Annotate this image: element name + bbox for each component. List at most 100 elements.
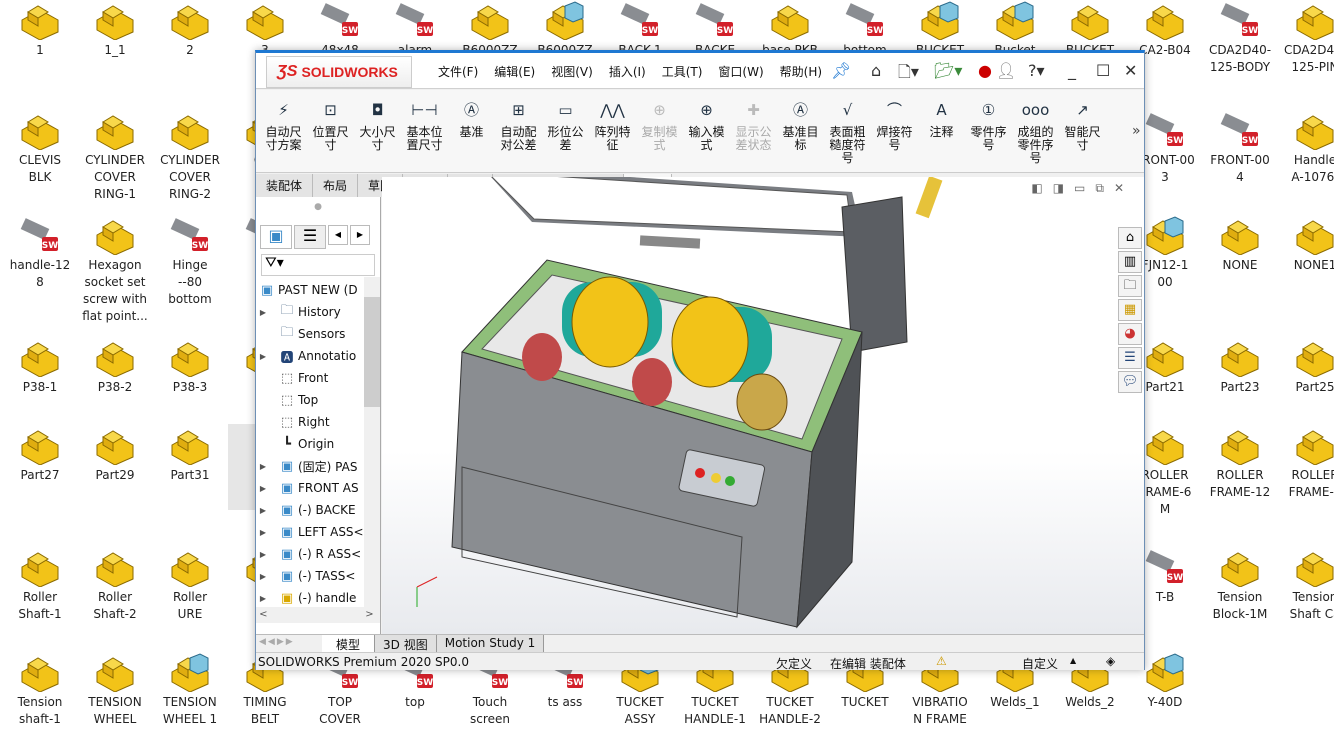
feature-tree-tab[interactable]: ▣ bbox=[260, 225, 292, 249]
view-palette-icon[interactable]: ▦ bbox=[1118, 299, 1142, 321]
tree-scrollbar[interactable] bbox=[364, 277, 380, 607]
tool-button[interactable]: ooo 成组的 零件序 号 bbox=[1012, 90, 1059, 172]
tree-item[interactable]: ▶ ▣ (-) R ASS< bbox=[256, 543, 364, 565]
tool-button[interactable]: ↗ 智能尺 寸 bbox=[1059, 90, 1106, 172]
tree-item[interactable]: ▶ ▣ (-) handle bbox=[256, 587, 364, 609]
new-document-icon[interactable]: 🗋︎▾ bbox=[898, 61, 919, 88]
tree-item[interactable]: ▶ ▣ LEFT ASS< bbox=[256, 521, 364, 543]
pin-icon[interactable]: 📌︎ bbox=[831, 61, 851, 80]
tool-button[interactable]: ✚ 显示公 差状态 bbox=[730, 90, 777, 172]
menu-item[interactable]: 窗口(W) bbox=[718, 63, 763, 80]
tree-hscrollbar[interactable]: < > bbox=[256, 607, 380, 623]
solidworks-logo[interactable]: ƷS SOLIDWORKS bbox=[266, 56, 412, 88]
tool-button[interactable]: ⋀⋀ 阵列特 征 bbox=[589, 90, 636, 172]
tool-button[interactable]: ◘ 大小尺 寸 bbox=[354, 90, 401, 172]
expand-arrow-icon[interactable]: ▶ bbox=[256, 506, 270, 515]
design-library-icon[interactable]: ▥ bbox=[1118, 251, 1142, 273]
tab-scroll-left[interactable]: ◀ bbox=[328, 225, 348, 245]
desktop-file-icon[interactable]: Tension shaft-1 bbox=[3, 652, 77, 728]
maximize-button[interactable]: ☐ bbox=[1096, 61, 1110, 80]
tool-button[interactable]: √ 表面粗 糙度符 号 bbox=[824, 90, 871, 172]
desktop-file-icon[interactable]: 2 bbox=[153, 0, 227, 59]
expand-arrow-icon[interactable]: ▶ bbox=[256, 462, 270, 471]
tree-item[interactable]: 🗀︎ Sensors bbox=[256, 323, 364, 345]
tree-item[interactable]: ▶ 🗀︎ History bbox=[256, 301, 364, 323]
desktop-file-icon[interactable]: Hexagon socket set screw with flat point… bbox=[78, 215, 152, 325]
tree-item[interactable]: ▶ ▣ (-) BACKE bbox=[256, 499, 364, 521]
menu-item[interactable]: 文件(F) bbox=[438, 63, 478, 80]
expand-arrow-icon[interactable]: ▶ bbox=[256, 528, 270, 537]
desktop-file-icon[interactable]: SW CDA2D40- 125-BODY bbox=[1203, 0, 1277, 76]
desktop-file-icon[interactable]: SW Hinge --80 bottom bbox=[153, 215, 227, 308]
desktop-file-icon[interactable]: CYLINDER COVER RING-2 bbox=[153, 110, 227, 203]
desktop-file-icon[interactable]: CDA2D40- 125-PIN bbox=[1278, 0, 1334, 76]
desktop-file-icon[interactable]: SW handle-12 8 bbox=[3, 215, 77, 291]
tree-item[interactable]: ⬚ Front bbox=[256, 367, 364, 389]
desktop-file-icon[interactable]: Handle A-1076- bbox=[1278, 110, 1334, 186]
tab-scroll-right[interactable]: ▶ bbox=[350, 225, 370, 245]
desktop-file-icon[interactable]: Part31 bbox=[153, 425, 227, 484]
open-icon[interactable]: 📂︎▾ bbox=[934, 61, 962, 80]
desktop-file-icon[interactable]: P38-3 bbox=[153, 337, 227, 396]
expand-arrow-icon[interactable]: ▶ bbox=[256, 308, 270, 317]
rebuild-icon[interactable]: ⚠ bbox=[936, 654, 947, 668]
tree-item[interactable]: ▶ ▣ (-) TASS< bbox=[256, 565, 364, 587]
tree-item[interactable]: ⬚ Right bbox=[256, 411, 364, 433]
tree-item[interactable]: ▶ 🅰︎ Annotatio bbox=[256, 345, 364, 367]
desktop-file-icon[interactable]: ROLLER FRAME-12 bbox=[1203, 425, 1277, 501]
tool-button[interactable]: ⊕ 输入模 式 bbox=[683, 90, 730, 172]
more-tools-icon[interactable]: » bbox=[1132, 123, 1141, 139]
tool-button[interactable]: ⊕ 复制模 式 bbox=[636, 90, 683, 172]
home-icon[interactable]: ⌂ bbox=[1118, 227, 1142, 249]
desktop-file-icon[interactable]: SW FRONT-00 4 bbox=[1203, 110, 1277, 186]
desktop-file-icon[interactable]: Roller Shaft-2 bbox=[78, 547, 152, 623]
tree-item[interactable]: ▶ ▣ (固定) PAS bbox=[256, 455, 364, 477]
tool-button[interactable]: ⚡ 自动尺 寸方案 bbox=[260, 90, 307, 172]
units-selector[interactable]: 自定义 bbox=[1022, 655, 1058, 672]
desktop-file-icon[interactable]: CLEVIS BLK bbox=[3, 110, 77, 186]
tool-button[interactable]: A 注释 bbox=[918, 90, 965, 172]
expand-arrow-icon[interactable]: ▶ bbox=[256, 550, 270, 559]
model-tab[interactable]: 3D 视图 bbox=[375, 635, 437, 652]
tool-button[interactable]: ▭ 形位公 差 bbox=[542, 90, 589, 172]
expand-arrow-icon[interactable]: ▶ bbox=[256, 484, 270, 493]
traffic-light-icon[interactable]: ● bbox=[978, 61, 992, 80]
appearances-icon[interactable]: ◕ bbox=[1118, 323, 1142, 345]
tool-button[interactable]: ⊞ 自动配 对公差 bbox=[495, 90, 542, 172]
expand-arrow-icon[interactable]: ▶ bbox=[256, 594, 270, 603]
tree-item[interactable]: ▣ PAST NEW (D bbox=[256, 279, 364, 301]
desktop-file-icon[interactable]: TENSION WHEEL 1 bbox=[153, 652, 227, 728]
tree-item[interactable]: ▶ ▣ FRONT AS bbox=[256, 477, 364, 499]
tool-button[interactable]: Ⓐ 基准 bbox=[448, 90, 495, 172]
desktop-file-icon[interactable]: ROLLER FRAME-1 bbox=[1278, 425, 1334, 501]
forum-icon[interactable]: 💬︎ bbox=[1118, 371, 1142, 393]
custom-properties-icon[interactable]: ☰ bbox=[1118, 347, 1142, 369]
expand-arrow-icon[interactable]: ▶ bbox=[256, 352, 270, 361]
menu-item[interactable]: 帮助(H) bbox=[780, 63, 822, 80]
user-icon[interactable]: 👤︎ bbox=[996, 61, 1016, 80]
desktop-file-icon[interactable]: Roller Shaft-1 bbox=[3, 547, 77, 623]
expand-arrow-icon[interactable]: ▶ bbox=[256, 572, 270, 581]
panel-splitter[interactable]: ● bbox=[256, 197, 380, 219]
menu-item[interactable]: 视图(V) bbox=[551, 63, 593, 80]
model-tab[interactable]: 模型 bbox=[322, 635, 376, 652]
filter-button[interactable]: ⛛▾ bbox=[261, 254, 375, 276]
tool-button[interactable]: ⊢⊣ 基本位 置尺寸 bbox=[401, 90, 448, 172]
desktop-file-icon[interactable]: NONE bbox=[1203, 215, 1277, 274]
desktop-file-icon[interactable]: Tension Block-1M bbox=[1203, 547, 1277, 623]
file-explorer-icon[interactable]: 🗀︎ bbox=[1118, 275, 1142, 297]
tool-button[interactable]: Ⓐ 基准目 标 bbox=[777, 90, 824, 172]
desktop-file-icon[interactable]: Part23 bbox=[1203, 337, 1277, 396]
desktop-file-icon[interactable]: NONE1 bbox=[1278, 215, 1334, 274]
tree-item[interactable]: ⬚ Top bbox=[256, 389, 364, 411]
desktop-file-icon[interactable]: P38-2 bbox=[78, 337, 152, 396]
minimize-button[interactable]: _ bbox=[1068, 61, 1076, 80]
desktop-file-icon[interactable]: 1 bbox=[3, 0, 77, 59]
desktop-file-icon[interactable]: P38-1 bbox=[3, 337, 77, 396]
tool-button[interactable]: ⌒ 焊接符 号 bbox=[871, 90, 918, 172]
desktop-file-icon[interactable]: Roller URE bbox=[153, 547, 227, 623]
desktop-file-icon[interactable]: Part29 bbox=[78, 425, 152, 484]
desktop-file-icon[interactable]: Part27 bbox=[3, 425, 77, 484]
tab-nav-arrows[interactable]: ◀◀▶▶ bbox=[256, 635, 322, 652]
tool-button[interactable]: ⊡ 位置尺 寸 bbox=[307, 90, 354, 172]
